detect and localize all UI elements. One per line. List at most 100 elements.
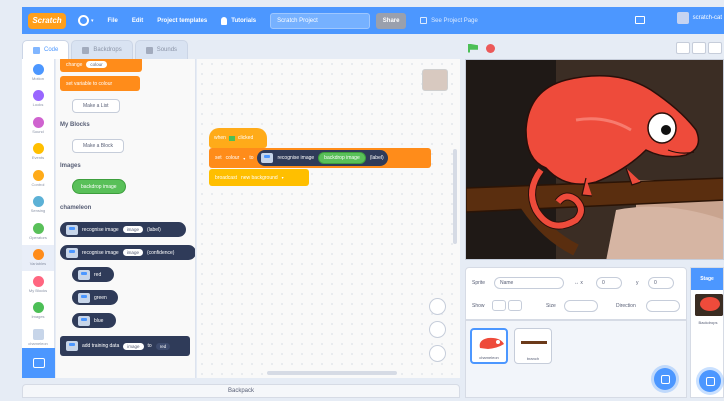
hide-sprite-button[interactable] bbox=[508, 300, 522, 311]
model-icon bbox=[261, 153, 274, 163]
y-position-input[interactable]: 0 bbox=[648, 277, 674, 289]
model-icon bbox=[32, 328, 44, 340]
category-looks[interactable]: Looks bbox=[22, 86, 54, 113]
sprite-list: chameleon branch bbox=[465, 320, 687, 398]
large-stage-button[interactable] bbox=[692, 42, 706, 54]
block-text: blue bbox=[94, 317, 104, 324]
zoom-reset-button[interactable] bbox=[429, 345, 446, 362]
choose-sprite-button[interactable] bbox=[654, 368, 676, 390]
x-position-input[interactable]: 0 bbox=[596, 277, 622, 289]
category-sound[interactable]: Sound bbox=[22, 112, 54, 139]
dropdown-arrow-icon: ▾ bbox=[281, 175, 284, 180]
broadcast-block[interactable]: broadcast new background ▾ bbox=[209, 169, 309, 186]
sprite-tile-branch[interactable]: branch bbox=[514, 328, 552, 364]
category-label: Operators bbox=[29, 234, 47, 240]
cat-add-icon bbox=[660, 374, 670, 384]
recognise-image-reporter[interactable]: recognise image backdrop image (label) bbox=[257, 150, 388, 166]
sprite-name: chameleon bbox=[479, 355, 499, 360]
stage[interactable] bbox=[465, 59, 724, 260]
tab-backdrops-label: Backdrops bbox=[93, 47, 122, 53]
category-label: Images bbox=[31, 314, 45, 320]
block-text: recognise image bbox=[82, 249, 119, 256]
code-workspace[interactable]: when clicked set colour ▾ to recognise i… bbox=[197, 59, 460, 378]
make-list-button[interactable]: Make a List bbox=[72, 99, 120, 113]
category-motion[interactable]: Motion bbox=[22, 59, 54, 86]
see-project-page-button[interactable]: See Project Page bbox=[420, 17, 478, 24]
direction-label: Direction bbox=[616, 303, 636, 309]
scratch-logo[interactable]: Scratch bbox=[28, 12, 66, 29]
set-variable-block[interactable]: set variable to colour bbox=[60, 76, 140, 91]
category-control[interactable]: Control bbox=[22, 165, 54, 192]
recognise-image-label-block[interactable]: recognise image image (label) bbox=[60, 222, 186, 237]
fullscreen-button[interactable] bbox=[708, 42, 722, 54]
dropdown-arrow-icon: ▾ bbox=[243, 155, 246, 161]
tab-backdrops[interactable]: Backdrops bbox=[71, 40, 133, 59]
category-variables[interactable]: Variables bbox=[22, 244, 54, 271]
sound-dot-icon bbox=[32, 116, 44, 128]
x-icon: ↔ x bbox=[574, 280, 583, 286]
tutorials-menu[interactable]: Tutorials bbox=[221, 16, 256, 25]
sprite-name-input[interactable]: Name bbox=[494, 277, 564, 289]
zoom-out-button[interactable] bbox=[429, 321, 446, 338]
backdrop-image-reporter[interactable]: backdrop image bbox=[72, 179, 126, 194]
change-variable-block[interactable]: change colour bbox=[60, 59, 142, 72]
block-text: set variable to colour bbox=[66, 80, 113, 87]
current-sprite-thumbnail bbox=[422, 69, 448, 91]
tab-sounds[interactable]: Sounds bbox=[134, 40, 189, 59]
block-text: recognise image bbox=[82, 226, 119, 233]
language-menu[interactable]: ▾ bbox=[78, 15, 94, 26]
see-page-icon bbox=[420, 17, 428, 24]
block-text: set bbox=[215, 155, 222, 161]
small-stage-button[interactable] bbox=[676, 42, 690, 54]
choose-backdrop-button[interactable] bbox=[699, 370, 721, 392]
category-my-blocks[interactable]: My Blocks bbox=[22, 271, 54, 298]
brush-icon bbox=[82, 46, 90, 54]
add-extension-button[interactable] bbox=[22, 348, 55, 378]
category-chameleon[interactable]: chameleon bbox=[22, 324, 54, 351]
sprite-tile-chameleon[interactable]: chameleon bbox=[470, 328, 508, 364]
speaker-icon bbox=[145, 46, 153, 54]
edit-menu[interactable]: Edit bbox=[132, 18, 143, 24]
block-text: to bbox=[249, 155, 254, 161]
block-input: image bbox=[122, 226, 143, 233]
backdrop-image-reporter[interactable]: backdrop image bbox=[318, 152, 366, 164]
share-button[interactable]: Share bbox=[376, 12, 407, 29]
green-label-reporter[interactable]: green bbox=[72, 290, 118, 305]
project-title-input[interactable]: Scratch Project bbox=[270, 12, 371, 29]
category-label: Variables bbox=[29, 261, 47, 267]
my-stuff-icon[interactable] bbox=[635, 16, 645, 24]
category-events[interactable]: Events bbox=[22, 139, 54, 166]
backpack[interactable]: Backpack bbox=[22, 384, 460, 398]
direction-input[interactable] bbox=[646, 300, 680, 312]
block-text: (confidence) bbox=[146, 249, 175, 256]
blue-label-reporter[interactable]: blue bbox=[72, 313, 116, 328]
category-operators[interactable]: Operators bbox=[22, 218, 54, 245]
add-training-data-block[interactable]: add training data image to red bbox=[60, 336, 190, 356]
vertical-scrollbar[interactable] bbox=[453, 149, 457, 244]
size-input[interactable] bbox=[564, 300, 598, 312]
show-sprite-button[interactable] bbox=[492, 300, 506, 311]
editor-tabs: Code Backdrops Sounds bbox=[22, 40, 189, 59]
recognise-image-confidence-block[interactable]: recognise image image (confidence) bbox=[60, 245, 195, 260]
category-label: Sound bbox=[32, 128, 44, 134]
size-label: Size bbox=[546, 303, 556, 309]
project-templates-menu[interactable]: Project templates bbox=[157, 18, 207, 24]
red-label-reporter[interactable]: red bbox=[72, 267, 114, 282]
stop-button[interactable] bbox=[486, 43, 495, 53]
block-input: colour bbox=[86, 61, 107, 68]
category-images[interactable]: Images bbox=[22, 298, 54, 325]
category-sensing[interactable]: Sensing bbox=[22, 192, 54, 219]
branch-thumbnail bbox=[521, 341, 547, 344]
green-flag-button[interactable] bbox=[468, 43, 478, 53]
stage-target-panel[interactable]: Stage Backdrops bbox=[690, 267, 724, 398]
set-colour-block[interactable]: set colour ▾ to recognise image backdrop… bbox=[209, 148, 431, 168]
zoom-in-button[interactable] bbox=[429, 298, 446, 315]
motion-dot-icon bbox=[32, 63, 44, 75]
file-menu[interactable]: File bbox=[108, 18, 118, 24]
account-menu[interactable]: scratch-cat bbox=[676, 12, 722, 24]
see-page-label: See Project Page bbox=[431, 17, 478, 24]
make-block-button[interactable]: Make a Block bbox=[72, 139, 125, 153]
tab-code[interactable]: Code bbox=[22, 40, 70, 59]
horizontal-scrollbar[interactable] bbox=[267, 371, 397, 375]
when-flag-clicked-block[interactable]: when clicked bbox=[209, 128, 267, 148]
